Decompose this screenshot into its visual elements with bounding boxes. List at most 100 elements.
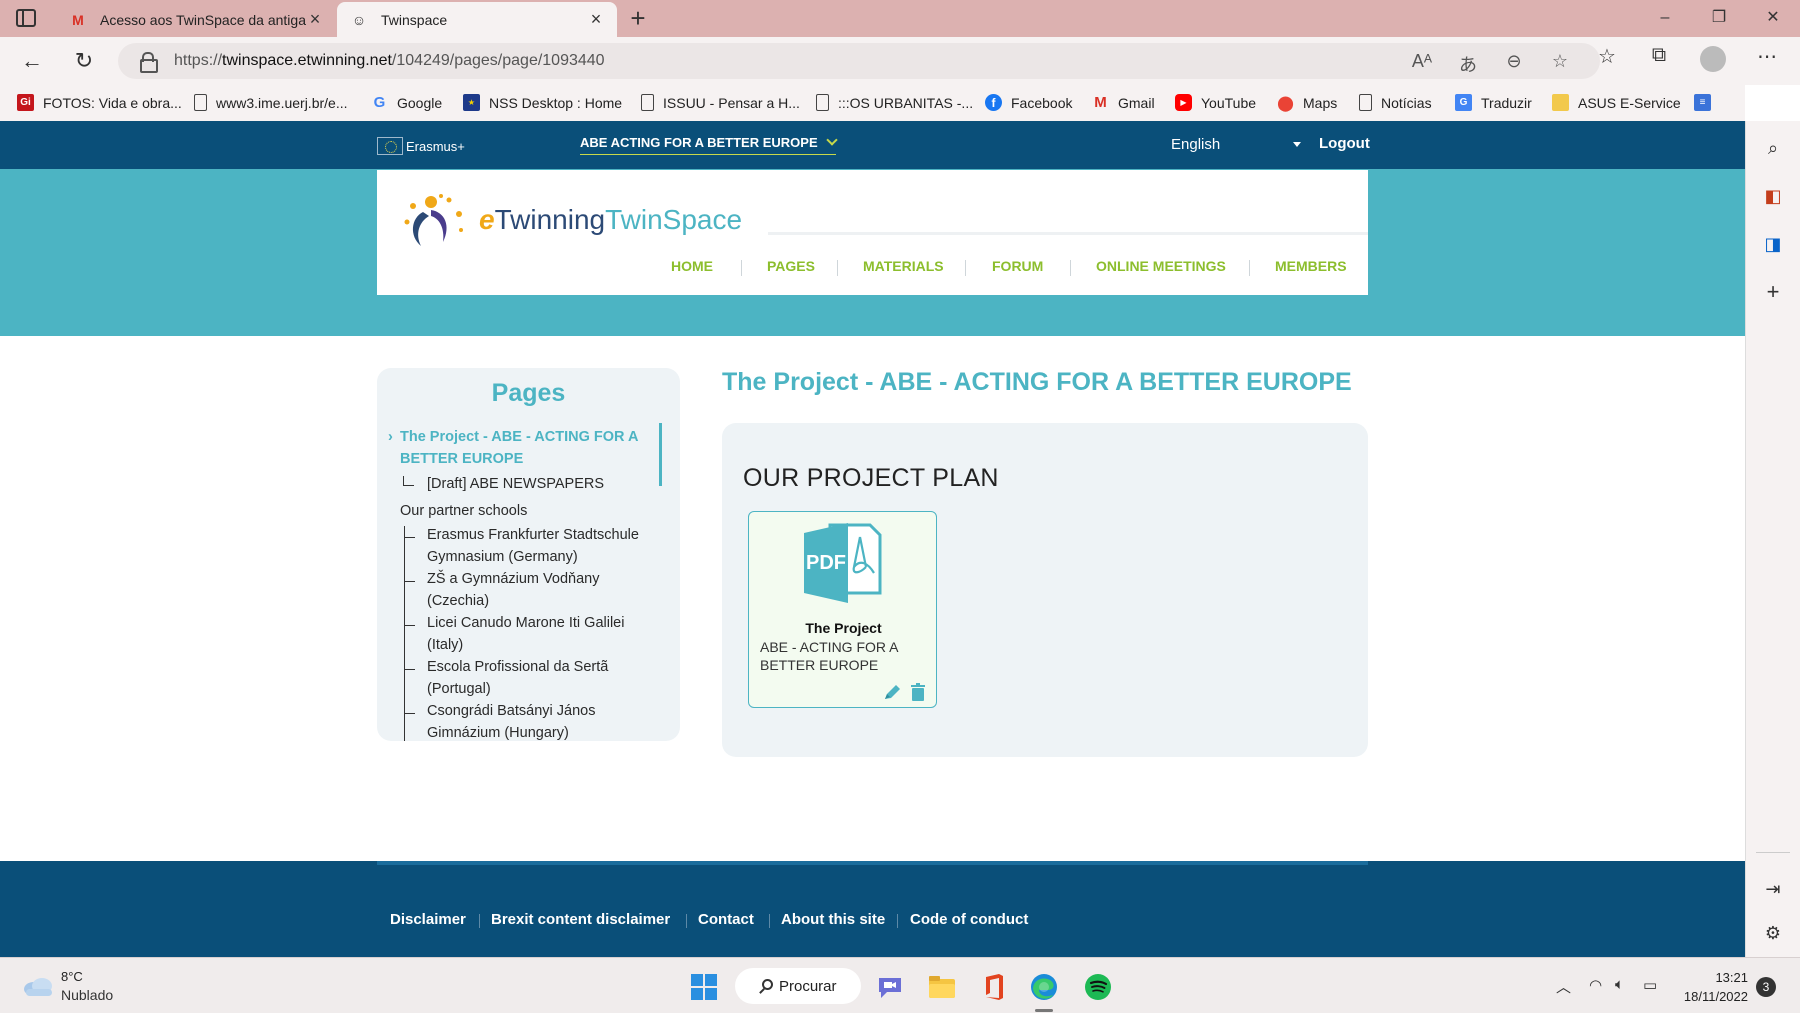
weather-description[interactable]: Nublado bbox=[61, 987, 113, 1003]
more-icon[interactable]: ⋯ bbox=[1752, 44, 1782, 69]
pencil-icon[interactable] bbox=[883, 685, 901, 701]
zoom-out-icon[interactable]: ⊖ bbox=[1502, 51, 1526, 72]
add-icon[interactable]: + bbox=[1762, 281, 1784, 303]
bookmark-item[interactable]: ⬤ Maps bbox=[1277, 94, 1337, 112]
footer-about-link[interactable]: About this site bbox=[781, 911, 885, 928]
nav-members[interactable]: MEMBERS bbox=[1275, 258, 1347, 274]
nav-forum[interactable]: FORUM bbox=[992, 258, 1043, 274]
page-icon bbox=[816, 94, 829, 111]
office-icon[interactable]: ◧ bbox=[1762, 185, 1784, 207]
close-icon[interactable]: × bbox=[587, 9, 605, 30]
outlook-icon[interactable]: ◨ bbox=[1762, 233, 1784, 255]
nav-separator bbox=[741, 260, 742, 276]
address-bar[interactable]: https://twinspace.etwinning.net/104249/p… bbox=[118, 43, 1600, 79]
weather-temperature[interactable]: 8°C bbox=[61, 969, 83, 984]
search-icon[interactable]: ⌕ bbox=[1762, 137, 1784, 159]
bookmark-item[interactable]: f Facebook bbox=[985, 94, 1072, 111]
windows-start-icon[interactable] bbox=[691, 974, 717, 1000]
tree-branch bbox=[404, 702, 415, 714]
pdf-label: PDF bbox=[806, 552, 846, 574]
nav-separator bbox=[1249, 260, 1250, 276]
bookmark-item[interactable]: ISSUU - Pensar a H... bbox=[641, 94, 800, 111]
bookmark-item[interactable]: www3.ime.uerj.br/e... bbox=[194, 94, 347, 111]
sidebar-item-school[interactable]: Escola Profissional da Sertã (Portugal) bbox=[427, 656, 608, 700]
bookmark-item[interactable]: ★ NSS Desktop : Home bbox=[463, 94, 622, 111]
facebook-icon: f bbox=[985, 94, 1002, 111]
translate-icon[interactable]: あ bbox=[1456, 51, 1480, 77]
bookmark-item[interactable]: ASUS E-Service bbox=[1552, 94, 1681, 111]
tab-title: Acesso aos TwinSpace da antiga bbox=[100, 11, 306, 28]
bookmarks-bar: Gi FOTOS: Vida e obra... www3.ime.uerj.br… bbox=[0, 85, 1745, 121]
bookmark-item[interactable]: Notícias bbox=[1359, 94, 1432, 111]
chevron-up-icon[interactable]: ︿ bbox=[1556, 976, 1571, 997]
nav-materials[interactable]: MATERIALS bbox=[863, 258, 944, 274]
sidebar-item-partner-schools[interactable]: Our partner schools bbox=[400, 500, 527, 522]
erasmus-logo[interactable]: Erasmus+ bbox=[377, 137, 465, 155]
sidebar-item-school[interactable]: Licei Canudo Marone Iti Galilei (Italy) bbox=[427, 612, 624, 656]
sidebar-item-draft-newspapers[interactable]: [Draft] ABE NEWSPAPERS bbox=[427, 473, 604, 495]
bookmark-item[interactable]: G Google bbox=[371, 94, 443, 111]
url-text[interactable]: https://twinspace.etwinning.net/104249/p… bbox=[174, 52, 605, 70]
gear-icon[interactable]: ⚙ bbox=[1762, 922, 1784, 944]
close-icon[interactable]: × bbox=[306, 9, 324, 30]
nav-separator bbox=[965, 260, 966, 276]
read-aloud-icon[interactable]: Aᴬ bbox=[1410, 51, 1434, 72]
wifi-icon[interactable]: ◠ bbox=[1589, 976, 1602, 994]
tab-title: Twinspace bbox=[381, 11, 448, 28]
windows-taskbar: 8°C Nublado Procurar ︿ ◠ 🔈︎ ▭ 13:21 18/1… bbox=[0, 957, 1800, 1013]
refresh-button[interactable]: ↻ bbox=[69, 46, 99, 76]
spotify-icon[interactable] bbox=[1083, 972, 1113, 1002]
nav-pages[interactable]: PAGES bbox=[767, 258, 815, 274]
edge-browser-icon[interactable] bbox=[1029, 972, 1059, 1002]
notification-badge[interactable]: 3 bbox=[1756, 977, 1776, 997]
volume-icon[interactable]: 🔈︎ bbox=[1615, 976, 1624, 993]
bookmark-item[interactable]: :::OS URBANITAS -... bbox=[816, 94, 973, 111]
close-window-button[interactable]: ✕ bbox=[1750, 4, 1796, 32]
bookmark-item[interactable]: M Gmail bbox=[1092, 94, 1154, 111]
site-logo-text[interactable]: eTwinningTwinSpace bbox=[479, 204, 742, 236]
favorites-icon[interactable]: ☆ bbox=[1592, 44, 1622, 69]
taskbar-search[interactable]: Procurar bbox=[735, 968, 861, 1004]
footer-brexit-link[interactable]: Brexit content disclaimer bbox=[491, 911, 670, 928]
bookmark-item[interactable]: Gi FOTOS: Vida e obra... bbox=[17, 94, 182, 111]
battery-icon[interactable]: ▭ bbox=[1643, 976, 1657, 994]
project-dropdown[interactable]: ABE ACTING FOR A BETTER EUROPE bbox=[580, 134, 838, 155]
footer-contact-link[interactable]: Contact bbox=[698, 911, 754, 928]
footer-code-of-conduct-link[interactable]: Code of conduct bbox=[910, 911, 1028, 928]
language-select[interactable]: English bbox=[1171, 136, 1301, 153]
collections-icon[interactable]: ⧉ bbox=[1644, 44, 1674, 67]
trash-icon[interactable] bbox=[911, 683, 925, 701]
sidebar-item-school[interactable]: Erasmus Frankfurter Stadtschule Gymnasiu… bbox=[427, 524, 639, 568]
footer-disclaimer-link[interactable]: Disclaimer bbox=[390, 911, 466, 928]
profile-avatar[interactable] bbox=[1700, 46, 1726, 72]
minimize-button[interactable]: – bbox=[1642, 4, 1688, 32]
back-button[interactable]: ← bbox=[17, 46, 47, 76]
page-icon bbox=[1359, 94, 1372, 111]
file-card[interactable]: PDF The Project ABE - ACTING FOR A BETTE… bbox=[748, 511, 937, 708]
site-header: eTwinningTwinSpace HOME PAGES MATERIALS … bbox=[377, 170, 1368, 295]
tab-twinspace[interactable]: ☺ Twinspace × bbox=[337, 2, 617, 37]
sidebar-item-school[interactable]: ZŠ a Gymnázium Vodňany (Czechia) bbox=[427, 568, 599, 612]
nav-online-meetings[interactable]: ONLINE MEETINGS bbox=[1096, 258, 1226, 274]
etwinning-logo-icon[interactable] bbox=[401, 192, 471, 250]
bookmark-other[interactable]: ≡ bbox=[1694, 94, 1720, 111]
pdf-file-icon[interactable]: PDF bbox=[804, 523, 882, 603]
restore-button[interactable]: ❐ bbox=[1696, 4, 1742, 32]
teams-chat-icon[interactable] bbox=[875, 972, 905, 1002]
hide-sidebar-icon[interactable]: ⇥ bbox=[1762, 878, 1784, 900]
sidebar-item-current-page[interactable]: › The Project - ABE - ACTING FOR A BETTE… bbox=[388, 426, 638, 470]
add-favorite-icon[interactable]: ☆ bbox=[1548, 51, 1572, 72]
bookmark-item[interactable]: ▶ YouTube bbox=[1175, 94, 1256, 111]
bookmark-item[interactable]: G Traduzir bbox=[1455, 94, 1532, 111]
sidebar-item-school[interactable]: Csongrádi Batsányi János Gimnázium (Hung… bbox=[427, 700, 595, 741]
nav-home[interactable]: HOME bbox=[671, 258, 713, 274]
office-icon[interactable] bbox=[979, 972, 1009, 1002]
tab-actions-icon[interactable] bbox=[16, 9, 36, 27]
new-tab-button[interactable]: + bbox=[624, 4, 652, 32]
system-clock[interactable]: 13:21 18/11/2022 bbox=[1676, 968, 1748, 1006]
sidebar-scroll-indicator[interactable] bbox=[659, 423, 662, 486]
address-toolbar: ← ↻ https://twinspace.etwinning.net/1042… bbox=[0, 37, 1800, 85]
tab-gmail[interactable]: M Acesso aos TwinSpace da antiga × bbox=[56, 2, 336, 37]
file-explorer-icon[interactable] bbox=[927, 972, 957, 1002]
logout-link[interactable]: Logout bbox=[1319, 135, 1370, 152]
